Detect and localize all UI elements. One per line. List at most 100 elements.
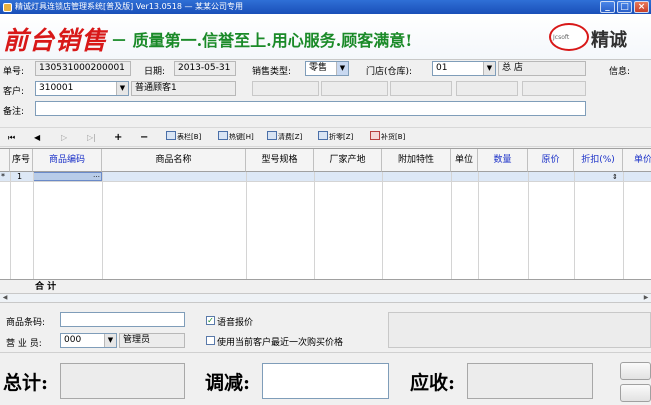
column-divider bbox=[528, 172, 529, 293]
store-label: 门店(仓库): bbox=[366, 67, 413, 77]
date-field[interactable]: 2013-05-31 bbox=[174, 61, 236, 76]
row-index: 1 bbox=[17, 172, 23, 181]
restock-button[interactable]: 补货[B] bbox=[370, 131, 405, 144]
row-marker-header bbox=[0, 149, 10, 172]
scroll-left-icon[interactable]: ◀ bbox=[0, 294, 10, 302]
order-no-label: 单号: bbox=[3, 67, 25, 77]
info-panel bbox=[321, 81, 388, 96]
column-header[interactable]: 原价 bbox=[528, 149, 574, 172]
receivable-label: 应收: bbox=[410, 372, 456, 394]
total-row-label: 合 计 bbox=[35, 282, 57, 292]
window-controls: _ □ × bbox=[600, 1, 649, 13]
sale-type-value: 零售 bbox=[309, 63, 328, 73]
column-divider bbox=[246, 172, 247, 293]
column-header[interactable]: 厂家产地 bbox=[314, 149, 382, 172]
first-record-icon[interactable]: ⏮ bbox=[8, 131, 15, 144]
banner-slogan: － 质量第一.信誉至上.用心服务.顾客满意! bbox=[111, 31, 413, 50]
chevron-down-icon[interactable]: ▼ bbox=[104, 334, 116, 347]
store-code-value: 01 bbox=[436, 63, 448, 73]
brand-name: 精诚 bbox=[591, 30, 627, 51]
column-divider bbox=[574, 172, 575, 293]
sale-type-select[interactable]: 零售 ▼ bbox=[305, 61, 349, 76]
spinner-icon[interactable]: ⇕ bbox=[612, 172, 618, 182]
title-bar: 精诚灯具连锁店管理系统[普及版] Ver13.0518 — 某某公司专用 _ □… bbox=[0, 0, 651, 14]
order-no-field[interactable]: 130531000200001 bbox=[35, 61, 131, 76]
column-header[interactable]: 数量 bbox=[478, 149, 528, 172]
barcode-label: 商品条码: bbox=[6, 318, 46, 328]
delete-row-icon[interactable]: − bbox=[140, 131, 148, 144]
app-icon bbox=[3, 3, 12, 12]
action-button[interactable] bbox=[620, 384, 651, 402]
coins-icon bbox=[318, 131, 328, 140]
receivable-amount-field bbox=[467, 363, 593, 399]
column-header[interactable]: 序号 bbox=[10, 149, 33, 172]
last-record-icon[interactable]: ▷| bbox=[87, 131, 96, 144]
column-divider bbox=[314, 172, 315, 293]
info-panel bbox=[252, 81, 319, 96]
total-amount-field bbox=[60, 363, 185, 399]
add-row-icon[interactable]: + bbox=[114, 131, 122, 144]
info-display-panel bbox=[388, 312, 651, 348]
remark-field[interactable] bbox=[35, 101, 586, 116]
next-record-icon[interactable]: ▷ bbox=[61, 131, 67, 144]
row-marker: * bbox=[1, 172, 5, 181]
column-divider bbox=[478, 172, 479, 293]
minimize-button[interactable]: _ bbox=[600, 1, 615, 13]
voice-quote-checkbox[interactable]: ✓ bbox=[206, 316, 215, 325]
column-divider bbox=[382, 172, 383, 293]
column-header[interactable]: 商品名称 bbox=[102, 149, 246, 172]
column-header[interactable]: 折扣(%) bbox=[574, 149, 623, 172]
customer-select[interactable]: 310001 ▼ bbox=[35, 81, 129, 96]
table-row[interactable]: * 1 … ⇕ bbox=[0, 171, 651, 182]
total-row: 合 计 bbox=[0, 279, 651, 293]
store-select[interactable]: 01 ▼ bbox=[432, 61, 496, 76]
discount-change-button[interactable]: 折零[Z] bbox=[318, 131, 353, 144]
previous-record-icon[interactable]: ◀ bbox=[34, 131, 40, 144]
last-price-checkbox[interactable] bbox=[206, 336, 215, 345]
salesperson-label: 营 业 员: bbox=[6, 339, 42, 349]
info-label: 信息: bbox=[609, 67, 631, 77]
column-divider bbox=[102, 172, 103, 293]
close-button[interactable]: × bbox=[634, 1, 649, 13]
info-panel bbox=[456, 81, 518, 96]
action-button[interactable] bbox=[620, 362, 651, 380]
maximize-button[interactable]: □ bbox=[617, 1, 632, 13]
columns-button[interactable]: 表栏[B] bbox=[166, 131, 201, 144]
salesperson-select[interactable]: 000 ▼ bbox=[60, 333, 117, 348]
chevron-down-icon[interactable]: ▼ bbox=[483, 62, 495, 75]
column-header[interactable]: 型号规格 bbox=[246, 149, 314, 172]
remark-label: 备注: bbox=[3, 107, 25, 117]
ellipsis-icon[interactable]: … bbox=[93, 171, 100, 179]
info-panel bbox=[390, 81, 452, 96]
hotkeys-button[interactable]: 热键[H] bbox=[218, 131, 254, 144]
adjust-label: 调减: bbox=[205, 372, 251, 394]
clear-fee-button[interactable]: 清费[Z] bbox=[267, 131, 302, 144]
store-name-field: 总 店 bbox=[498, 61, 586, 76]
column-header[interactable]: 单价 bbox=[623, 149, 651, 172]
keyboard-icon bbox=[218, 131, 228, 140]
clear-icon bbox=[267, 131, 277, 140]
company-logo-icon: Jcsoft bbox=[549, 23, 589, 51]
total-label: 总计: bbox=[3, 372, 49, 394]
chevron-down-icon[interactable]: ▼ bbox=[336, 62, 348, 75]
column-header[interactable]: 商品编码 bbox=[33, 149, 102, 172]
column-header[interactable]: 附加特性 bbox=[382, 149, 451, 172]
horizontal-scrollbar[interactable]: ◀ ▶ bbox=[0, 293, 651, 303]
customer-code-value: 310001 bbox=[39, 83, 74, 93]
chevron-down-icon[interactable]: ▼ bbox=[116, 82, 128, 95]
column-divider bbox=[33, 172, 34, 293]
window-title: 精诚灯具连锁店管理系统[普及版] Ver13.0518 — 某某公司专用 bbox=[15, 2, 244, 11]
toolbar: ⏮ ◀ ▷ ▷| + − 表栏[B] 热键[H] 清费[Z] 折零[Z] 补货[… bbox=[0, 127, 651, 147]
adjust-amount-input[interactable] bbox=[262, 363, 389, 399]
date-label: 日期: bbox=[144, 67, 166, 77]
items-grid[interactable]: 序号 商品编码 商品名称 型号规格 厂家产地 附加特性 单位 数量 原价 折扣(… bbox=[0, 148, 651, 293]
product-code-cell[interactable]: … bbox=[33, 171, 102, 181]
column-divider bbox=[451, 172, 452, 293]
restock-icon bbox=[370, 131, 380, 140]
scroll-right-icon[interactable]: ▶ bbox=[641, 294, 651, 302]
barcode-input[interactable] bbox=[60, 312, 185, 327]
column-divider bbox=[623, 172, 624, 293]
column-header[interactable]: 单位 bbox=[451, 149, 478, 172]
banner-title: 前台销售 bbox=[3, 26, 108, 55]
salesperson-name-field: 管理员 bbox=[119, 333, 185, 348]
